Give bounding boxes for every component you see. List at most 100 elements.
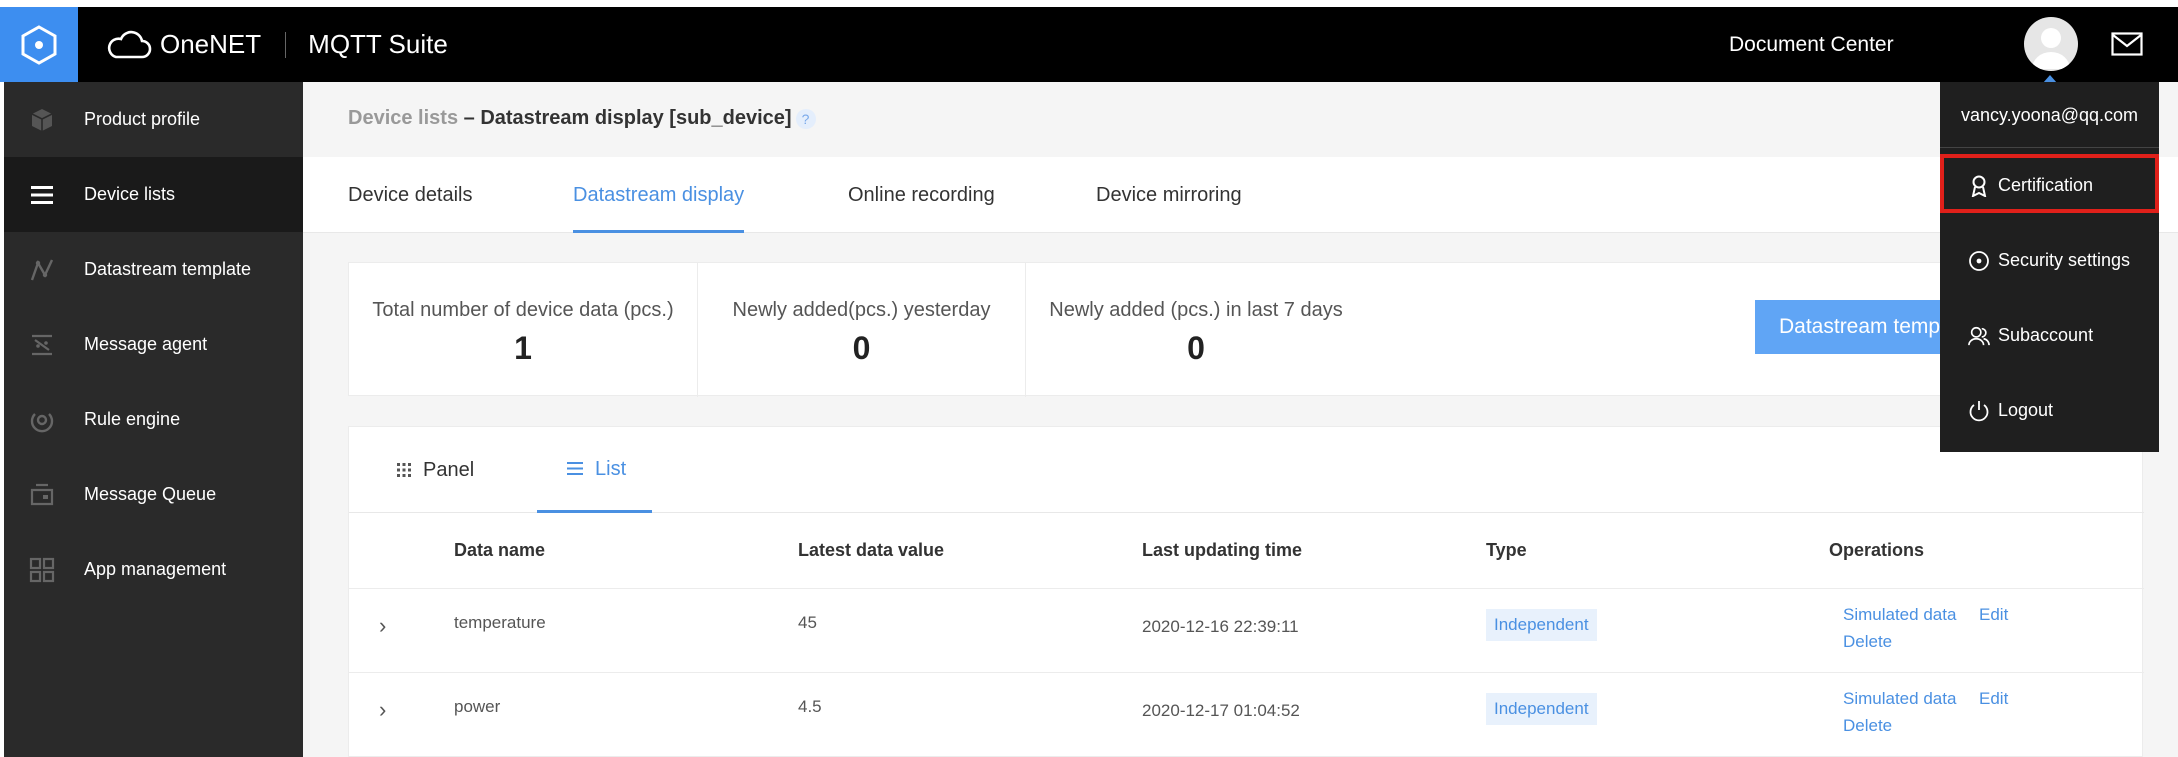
- power-icon: [1968, 400, 1990, 422]
- sidebar-item-label: Device lists: [84, 184, 176, 204]
- data-name-cell: temperature: [454, 613, 546, 632]
- stat-label: Newly added (pcs.) in last 7 days: [1049, 299, 1343, 321]
- type-badge: Independent: [1486, 609, 1597, 641]
- grid-dots-icon: [397, 463, 411, 477]
- expand-row-chevron-icon[interactable]: ›: [379, 613, 386, 639]
- expand-row-chevron-icon[interactable]: ›: [379, 697, 386, 723]
- edit-link[interactable]: Edit: [1979, 689, 2008, 709]
- brand-divider: [285, 31, 287, 58]
- column-header: Type: [1486, 540, 1527, 560]
- simulated-data-link[interactable]: Simulated data: [1843, 605, 1956, 625]
- mail-icon[interactable]: [2111, 32, 2143, 56]
- menu-item-label: Security settings: [1998, 250, 2131, 270]
- security-icon: [1968, 250, 1990, 272]
- message-agent-icon: [28, 331, 56, 359]
- sidebar-item-device-lists[interactable]: Device lists: [4, 157, 303, 232]
- table-row: › temperature 45 2020-12-16 22:39:11 Ind…: [349, 588, 2144, 672]
- sidebar-item-label: Message agent: [84, 334, 208, 354]
- table-row: › power 4.5 2020-12-17 01:04:52 Independ…: [349, 672, 2144, 756]
- app-window: OneNET MQTT Suite Document Center Produc…: [0, 0, 2178, 757]
- simulated-data-link[interactable]: Simulated data: [1843, 689, 1956, 709]
- brand-name: OneNET: [160, 29, 262, 59]
- main-content: Device lists – Datastream display [sub_d…: [303, 82, 2178, 757]
- detail-tabs: Device details Datastream display Online…: [303, 157, 2178, 233]
- suite-name: MQTT Suite: [308, 29, 448, 59]
- datastream-icon: [28, 256, 56, 284]
- menu-item-security-settings[interactable]: Security settings: [1940, 223, 2159, 298]
- stat-value: 1: [514, 330, 532, 366]
- tab-list-view[interactable]: List: [537, 427, 653, 513]
- breadcrumb: Device lists – Datastream display [sub_d…: [348, 107, 816, 130]
- menu-item-logout[interactable]: Logout: [1940, 373, 2159, 448]
- sidebar-item-product-profile[interactable]: Product profile: [4, 82, 303, 157]
- sidebar-item-label: Datastream template: [84, 259, 252, 279]
- view-tabs: Panel List: [349, 427, 2144, 513]
- document-center-link[interactable]: Document Center: [1729, 7, 1894, 82]
- stat-label: Newly added(pcs.) yesterday: [732, 299, 991, 321]
- column-header: Last updating time: [1142, 540, 1303, 560]
- top-bar: OneNET MQTT Suite Document Center: [0, 7, 2178, 82]
- list-lines-icon: [567, 462, 583, 475]
- datastream-panel: Panel List Data name Latest data value L…: [348, 426, 2144, 757]
- page-title: Datastream display [sub_device]: [480, 107, 792, 129]
- sidebar-item-label: Rule engine: [84, 409, 181, 429]
- help-icon[interactable]: ?: [795, 108, 816, 129]
- certification-highlight-box: [1940, 154, 2159, 213]
- breadcrumb-device-lists-link[interactable]: Device lists: [348, 107, 458, 130]
- brand: OneNET MQTT Suite: [104, 7, 448, 82]
- column-header: Operations: [1829, 540, 1925, 560]
- user-email: vancy.yoona@qq.com: [1940, 82, 2159, 148]
- tab-device-mirroring[interactable]: Device mirroring: [1096, 157, 1242, 233]
- delete-link[interactable]: Delete: [1843, 632, 1892, 652]
- column-header: Latest data value: [798, 540, 945, 560]
- sidebar-item-app-management[interactable]: App management: [4, 532, 303, 607]
- breadcrumb-separator: –: [458, 107, 481, 129]
- updated-time-cell: 2020-12-17 01:04:52: [1142, 701, 1300, 720]
- sidebar: Product profile Device lists Datastream …: [4, 82, 303, 757]
- breadcrumb-bar: Device lists – Datastream display [sub_d…: [303, 82, 2178, 157]
- sidebar-item-message-agent[interactable]: Message agent: [4, 307, 303, 382]
- cube-icon: [28, 106, 56, 134]
- home-logo-button[interactable]: [0, 7, 78, 82]
- tab-label: List: [595, 457, 627, 480]
- sidebar-item-datastream-template[interactable]: Datastream template: [4, 232, 303, 307]
- menu-item-label: Subaccount: [1998, 325, 2094, 345]
- stat-value: 0: [1187, 330, 1205, 366]
- stat-yesterday: Newly added(pcs.) yesterday 0: [698, 263, 1025, 397]
- sidebar-item-rule-engine[interactable]: Rule engine: [4, 382, 303, 457]
- latest-value-cell: 4.5: [798, 697, 822, 716]
- subaccount-icon: [1968, 325, 1990, 347]
- table-header: Data name Latest data value Last updatin…: [349, 513, 2144, 588]
- edit-link[interactable]: Edit: [1979, 605, 2008, 625]
- sidebar-item-message-queue[interactable]: Message Queue: [4, 457, 303, 532]
- latest-value-cell: 45: [798, 613, 817, 632]
- avatar-person-icon: [2032, 28, 2070, 69]
- rule-engine-icon: [28, 406, 56, 434]
- stat-value: 0: [852, 330, 871, 366]
- updated-time-cell: 2020-12-16 22:39:11: [1142, 617, 1299, 636]
- tab-device-details[interactable]: Device details: [348, 157, 473, 233]
- sidebar-item-label: Product profile: [84, 109, 201, 129]
- menu-item-label: Logout: [1998, 400, 2054, 420]
- column-header: Data name: [454, 540, 546, 560]
- user-avatar[interactable]: [2024, 17, 2078, 71]
- user-dropdown-menu: vancy.yoona@qq.com Certification Securit…: [1940, 82, 2159, 452]
- app-grid-icon: [28, 556, 56, 584]
- list-icon: [28, 181, 56, 209]
- sidebar-item-label: Message Queue: [84, 484, 217, 504]
- stat-label: Total number of device data (pcs.): [372, 299, 674, 321]
- type-badge: Independent: [1486, 693, 1597, 725]
- stat-last-7-days: Newly added (pcs.) in last 7 days 0: [1026, 263, 1366, 397]
- delete-link[interactable]: Delete: [1843, 716, 1892, 736]
- tab-online-recording[interactable]: Online recording: [848, 157, 995, 233]
- hexagon-logo-icon: [21, 24, 57, 65]
- menu-item-subaccount[interactable]: Subaccount: [1940, 298, 2159, 373]
- tab-label: Panel: [423, 459, 475, 481]
- cloud-logo-icon: [107, 30, 152, 58]
- stats-panel: Total number of device data (pcs.) 1 New…: [348, 262, 2143, 397]
- stat-total: Total number of device data (pcs.) 1: [349, 263, 697, 397]
- sidebar-item-label: App management: [84, 559, 227, 579]
- tab-datastream-display[interactable]: Datastream display: [573, 157, 745, 233]
- message-queue-icon: [28, 481, 56, 509]
- tab-panel-view[interactable]: Panel: [397, 427, 474, 513]
